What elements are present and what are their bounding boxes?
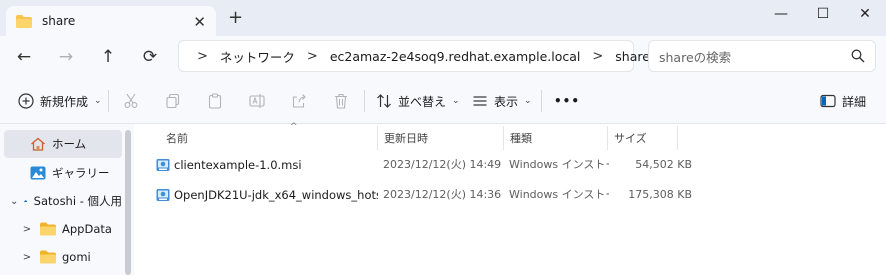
refresh-button[interactable]: ⟳: [138, 46, 162, 68]
sort-button[interactable]: 並べ替え ⌄: [376, 78, 460, 124]
divider: [108, 90, 109, 112]
delete-button[interactable]: [333, 78, 355, 124]
forward-button[interactable]: →: [54, 46, 78, 68]
details-label: 詳細: [842, 94, 867, 109]
details-pane-button[interactable]: 詳細: [820, 78, 866, 124]
clipboard-icon: [208, 93, 222, 109]
chevron-right-icon[interactable]: >: [20, 252, 34, 263]
title-bar: share ✕ + — ☐ ✕: [0, 0, 886, 36]
view-button-label: 表示: [494, 94, 519, 109]
rename-button[interactable]: [249, 78, 271, 124]
breadcrumb-network[interactable]: ネットワーク: [220, 47, 295, 66]
paste-button[interactable]: [207, 78, 229, 124]
file-size: 175,308 KB: [628, 188, 692, 201]
sidebar-item-home[interactable]: ホーム: [4, 130, 122, 158]
file-modified: 2023/12/12(火) 14:36: [383, 188, 502, 201]
column-header-label: 種類: [510, 132, 532, 145]
chevron-down-icon[interactable]: ⌄: [10, 196, 18, 207]
search-icon[interactable]: [851, 49, 865, 63]
sidebar-item-label: ギャラリー: [52, 166, 110, 180]
chevron-right-icon[interactable]: >: [20, 224, 34, 235]
command-bar: 新規作成 ⌄ 並べ替え ⌄ 表示 ⌄ ••• 詳細: [0, 78, 886, 124]
breadcrumb-separator: >: [197, 48, 208, 64]
up-button[interactable]: ↑: [96, 46, 120, 68]
chevron-down-icon: ⌄: [452, 96, 460, 106]
msi-installer-icon: [156, 189, 170, 201]
sidebar-item-onedrive[interactable]: ⌄ Satoshi - 個人用: [4, 187, 122, 215]
folder-icon: [40, 250, 56, 264]
navigation-pane: ホーム ギャラリー ⌄ Satoshi - 個人用 > AppData > go…: [0, 124, 134, 275]
view-button[interactable]: 表示 ⌄: [472, 78, 532, 124]
view-list-icon: [473, 96, 487, 106]
chevron-down-icon: ⌄: [524, 96, 532, 106]
sidebar-item-label: AppData: [62, 222, 112, 236]
more-options-button[interactable]: •••: [554, 78, 580, 124]
back-button[interactable]: ←: [12, 46, 36, 68]
breadcrumb-separator[interactable]: >: [307, 49, 318, 64]
sidebar-item-label: Satoshi - 個人用: [33, 194, 122, 208]
search-input[interactable]: [659, 48, 839, 66]
file-name[interactable]: clientexample-1.0.msi: [174, 153, 374, 177]
copy-icon: [166, 93, 180, 109]
close-window-button[interactable]: ✕: [852, 4, 878, 24]
minimize-button[interactable]: —: [768, 4, 794, 24]
column-header-size[interactable]: サイズ: [608, 126, 678, 150]
share-button[interactable]: [291, 78, 313, 124]
sort-button-label: 並べ替え: [398, 94, 447, 109]
file-type: Windows インストー...: [509, 158, 609, 171]
breadcrumb-share[interactable]: share: [615, 49, 650, 64]
sort-arrows-icon: [377, 94, 391, 108]
table-row[interactable]: clientexample-1.0.msi 2023/12/12(火) 14:4…: [152, 153, 692, 177]
tab-title: share: [42, 14, 76, 28]
trash-icon: [335, 93, 347, 109]
column-header-type[interactable]: 種類: [504, 126, 608, 150]
msi-installer-icon: [156, 159, 170, 171]
sidebar-item-label: gomi: [62, 250, 91, 264]
rename-icon: [249, 94, 265, 108]
folder-icon: [16, 14, 32, 28]
scissors-icon: [124, 93, 138, 108]
column-header-name[interactable]: ^ 名前: [160, 122, 378, 150]
file-modified: 2023/12/12(火) 14:49: [383, 158, 502, 171]
maximize-button[interactable]: ☐: [810, 4, 836, 24]
column-header-label: 更新日時: [384, 132, 428, 145]
copy-button[interactable]: [165, 78, 187, 124]
folder-icon: [40, 222, 56, 236]
file-list: ^ 名前 更新日時 種類 サイズ clientexample-1.0.msi 2…: [134, 122, 886, 275]
divider: [364, 90, 365, 112]
column-header-modified[interactable]: 更新日時: [378, 126, 504, 150]
address-bar[interactable]: > ネットワーク > ec2amaz-2e4soq9.redhat.exampl…: [178, 40, 650, 72]
address-toolbar: ← → ↑ ⟳ > ネットワーク > ec2amaz-2e4soq9.redha…: [0, 36, 886, 78]
plus-circle-icon: [18, 93, 34, 109]
cut-button[interactable]: [123, 78, 145, 124]
new-button-label: 新規作成: [40, 94, 89, 109]
chevron-down-icon: ⌄: [94, 96, 102, 106]
new-button[interactable]: 新規作成 ⌄: [18, 78, 102, 124]
breadcrumb-separator[interactable]: >: [592, 49, 603, 64]
tab-close-icon[interactable]: ✕: [193, 13, 206, 31]
sidebar-item-gallery[interactable]: ギャラリー: [4, 159, 122, 187]
column-header-label: 名前: [166, 132, 188, 145]
file-name[interactable]: OpenJDK21U-jdk_x64_windows_hotspot_...: [174, 183, 378, 207]
divider: [541, 90, 542, 112]
onedrive-cloud-icon: [24, 200, 28, 203]
breadcrumb-host[interactable]: ec2amaz-2e4soq9.redhat.example.local: [330, 49, 581, 64]
tab-share[interactable]: share ✕: [6, 6, 216, 36]
sidebar-item-label: ホーム: [52, 137, 87, 151]
table-row[interactable]: OpenJDK21U-jdk_x64_windows_hotspot_... 2…: [152, 183, 692, 207]
sidebar-item-appdata[interactable]: > AppData: [4, 215, 122, 243]
file-size: 54,502 KB: [635, 158, 692, 171]
new-tab-button[interactable]: +: [228, 9, 243, 27]
sort-ascending-icon: ^: [290, 122, 298, 132]
share-icon: [292, 94, 306, 108]
navigation-scrollbar[interactable]: [125, 130, 131, 275]
gallery-icon: [30, 166, 46, 180]
home-icon: [31, 137, 45, 151]
details-pane-icon: [820, 94, 836, 108]
file-type: Windows インストー...: [509, 188, 609, 201]
column-header-label: サイズ: [614, 132, 647, 145]
sidebar-item-gomi[interactable]: > gomi: [4, 243, 122, 271]
search-box[interactable]: [648, 40, 876, 72]
